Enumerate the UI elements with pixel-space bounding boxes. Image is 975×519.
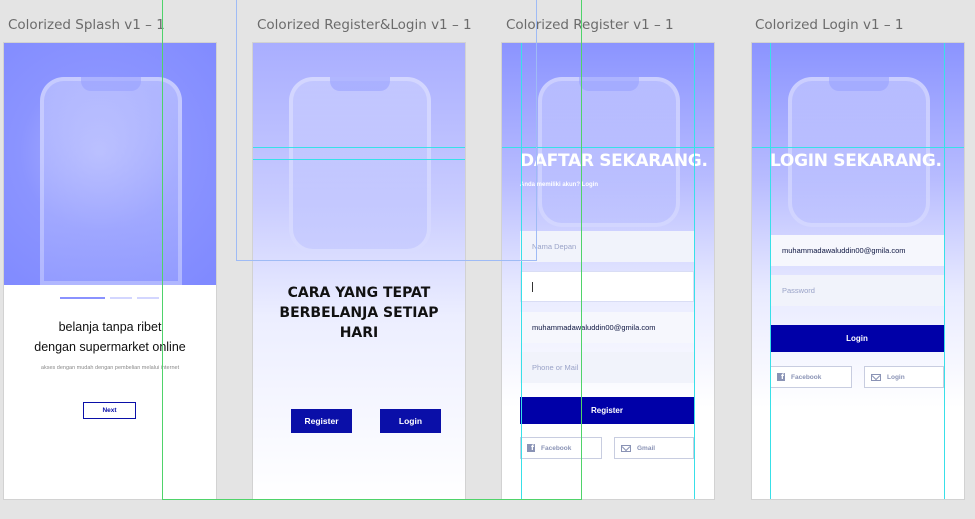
artboard-label-login[interactable]: Colorized Login v1 – 1 — [755, 17, 903, 33]
layout-guide-vertical — [694, 43, 695, 499]
have-account-link[interactable]: Anda memiliki akun? Login — [520, 182, 598, 188]
splash-title-line-1: belanja tanpa ribet — [58, 320, 162, 334]
next-button[interactable]: Next — [83, 402, 136, 419]
mail-icon — [871, 373, 881, 381]
layout-guide-horizontal — [752, 147, 964, 148]
login-alt-label: Login — [887, 373, 905, 381]
facebook-button[interactable]: f Facebook — [520, 437, 602, 459]
facebook-label: Facebook — [541, 444, 572, 452]
facebook-label: Facebook — [791, 373, 822, 381]
phone-notch — [829, 77, 889, 91]
register-button[interactable]: Register — [291, 409, 352, 433]
email-field[interactable]: muhammadawaluddin00@gmila.com — [520, 312, 694, 343]
artboard-login[interactable]: LOGIN SEKARANG. muhammadawaluddin00@gmil… — [752, 43, 964, 499]
splash-title-line-2: dengan supermarket online — [34, 340, 186, 354]
layout-guide-vertical — [944, 43, 945, 499]
facebook-icon: f — [777, 373, 785, 381]
gmail-button[interactable]: Gmail — [614, 437, 694, 459]
layout-guide-vertical — [770, 43, 771, 499]
facebook-icon: f — [527, 444, 535, 452]
text-caret — [532, 281, 533, 292]
phone-mockup — [289, 77, 431, 253]
mail-icon — [621, 444, 631, 452]
phone-notch — [330, 77, 390, 91]
layout-guide-horizontal — [502, 147, 714, 148]
indicator-dot-active — [60, 297, 105, 299]
phone-notch — [81, 77, 141, 91]
gmail-label: Gmail — [637, 444, 656, 452]
artboard-register[interactable]: DAFTAR SEKARANG. Anda memiliki akun? Log… — [502, 43, 714, 499]
indicator-dot — [110, 297, 132, 299]
email-field[interactable]: muhammadawaluddin00@gmila.com — [770, 235, 944, 266]
artboard-splash[interactable]: belanja tanpa ribet dengan supermarket o… — [4, 43, 216, 499]
first-name-field[interactable]: Nama Depan — [520, 231, 694, 262]
page-indicator — [60, 297, 159, 299]
last-name-field[interactable] — [520, 271, 694, 302]
layout-guide-horizontal — [253, 159, 465, 160]
layout-guide-vertical — [521, 43, 522, 499]
artboard-label-splash[interactable]: Colorized Splash v1 – 1 — [8, 17, 165, 33]
artboard-register-login[interactable]: CARA YANG TEPAT BERBELANJA SETIAP HARI R… — [253, 43, 465, 499]
splash-hero — [4, 43, 216, 285]
register-title: DAFTAR SEKARANG. — [520, 151, 708, 171]
artboard-label-register-login[interactable]: Colorized Register&Login v1 – 1 — [257, 17, 472, 33]
login-submit-button[interactable]: Login — [770, 325, 944, 352]
phone-mockup — [40, 77, 182, 285]
login-button[interactable]: Login — [380, 409, 441, 433]
artboard-label-register[interactable]: Colorized Register v1 – 1 — [506, 17, 674, 33]
phone-notch — [579, 77, 639, 91]
facebook-button[interactable]: f Facebook — [770, 366, 852, 388]
phone-or-mail-field[interactable]: Phone or Mail — [520, 352, 694, 383]
login-alt-button[interactable]: Login — [864, 366, 944, 388]
register-submit-button[interactable]: Register — [520, 397, 694, 424]
splash-subtitle: akses dengan mudah dengan pembelian mela… — [40, 365, 180, 371]
headline: CARA YANG TEPAT BERBELANJA SETIAP HARI — [279, 285, 439, 341]
indicator-dot — [137, 297, 159, 299]
password-field[interactable]: Password — [770, 275, 944, 306]
login-title: LOGIN SEKARANG. — [770, 151, 942, 171]
layout-guide-horizontal — [253, 147, 465, 148]
splash-title: belanja tanpa ribet dengan supermarket o… — [4, 317, 216, 357]
